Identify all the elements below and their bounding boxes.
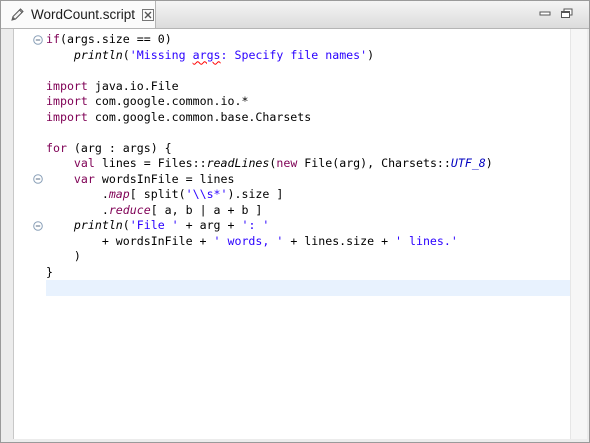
code-line: ) [46, 249, 81, 263]
code-text: com.google.common.base.Charsets [87, 109, 312, 124]
method-call: println [73, 218, 123, 232]
code-text: lines = Files:: [94, 156, 207, 170]
minimize-icon[interactable] [538, 8, 552, 19]
code-text: + wordsInFile + [46, 233, 214, 248]
code-text: + arg + [178, 218, 242, 232]
tab-wordcount-script[interactable]: WordCount.script [1, 1, 156, 28]
code-line: for (arg : args) { [46, 141, 570, 157]
static-method-call: readLines [206, 156, 270, 170]
fold-collapse-icon[interactable] [33, 221, 43, 231]
code-text: . [46, 202, 109, 217]
keyword: import [46, 78, 88, 93]
code-text: ) [485, 156, 493, 170]
code-text: (args.size == [59, 32, 158, 46]
keyword: for [46, 140, 67, 155]
string-literal: 'File ' [129, 218, 179, 232]
code-text: ( [122, 47, 130, 62]
code-text: [ split( [129, 187, 186, 201]
string-literal: '\\s*' [185, 187, 228, 201]
code-line: println('File ' + arg + ': ' [46, 218, 570, 234]
string-literal: ': ' [241, 218, 270, 232]
code-text: ) [367, 47, 375, 62]
string-literal: ' lines.' [395, 233, 458, 248]
fold-collapse-icon[interactable] [33, 35, 43, 45]
code-line: import com.google.common.io.* [46, 94, 570, 110]
code-text: ) [164, 32, 172, 46]
code-line: .reduce[ a, b | a + b ] [46, 203, 570, 219]
code-text: wordsInFile = lines [94, 171, 235, 186]
code-text: ( [122, 218, 130, 232]
tab-bar: WordCount.script [1, 1, 589, 29]
code-text: . [46, 187, 109, 201]
folding-ruler [14, 29, 45, 439]
code-editor[interactable]: if(args.size == 0) println('Missing args… [13, 29, 587, 439]
code-text: (arg : args) { [66, 140, 172, 155]
code-line: import java.io.File [46, 79, 570, 95]
code-line: } [46, 264, 53, 279]
keyword: val [73, 156, 95, 170]
editor-window: WordCount.script if(args.size == 0) prin… [0, 0, 590, 443]
code-line: println('Missing args: Specify file name… [46, 48, 570, 64]
fold-collapse-icon[interactable] [33, 174, 43, 184]
spelling-error: args [192, 47, 221, 62]
keyword: var [73, 171, 95, 186]
tab-title: WordCount.script [31, 7, 136, 22]
keyword: import [46, 94, 88, 108]
string-literal: : Specify file names' [220, 47, 368, 62]
code-line: var wordsInFile = lines [46, 172, 570, 188]
vertical-scrollbar[interactable] [570, 29, 587, 439]
maximize-icon[interactable] [560, 8, 574, 19]
string-literal: ' words, ' [213, 233, 284, 248]
code-line: import com.google.common.base.Charsets [46, 110, 570, 126]
code-line: + wordsInFile + ' words, ' + lines.size … [46, 234, 570, 250]
code-text: ).size ] [227, 187, 284, 201]
code-text: [ a, b | a + b ] [150, 202, 263, 217]
method-call: println [73, 47, 123, 62]
code-text: com.google.common.io.* [87, 94, 249, 108]
code-line: if(args.size == 0) [46, 32, 570, 48]
code-text: File(arg), Charsets:: [297, 156, 451, 170]
code-line: val lines = Files::readLines(new File(ar… [46, 156, 570, 172]
code-text: + lines.size + [283, 233, 396, 248]
static-field: UTF_8 [450, 156, 486, 170]
keyword: new [276, 156, 298, 170]
pencil-icon [11, 7, 24, 21]
close-icon[interactable] [142, 8, 155, 21]
keyword: if [46, 32, 60, 46]
string-literal: 'Missing [129, 47, 193, 62]
extension-method: map [108, 187, 130, 201]
number-literal: 0 [157, 32, 165, 46]
current-line[interactable] [46, 280, 570, 296]
code-line: .map[ split('\\s*').size ] [46, 187, 570, 203]
extension-method: reduce [108, 202, 151, 217]
code-text: java.io.File [87, 78, 179, 93]
code-area[interactable]: if(args.size == 0) println('Missing args… [46, 32, 570, 296]
keyword: import [46, 109, 88, 124]
